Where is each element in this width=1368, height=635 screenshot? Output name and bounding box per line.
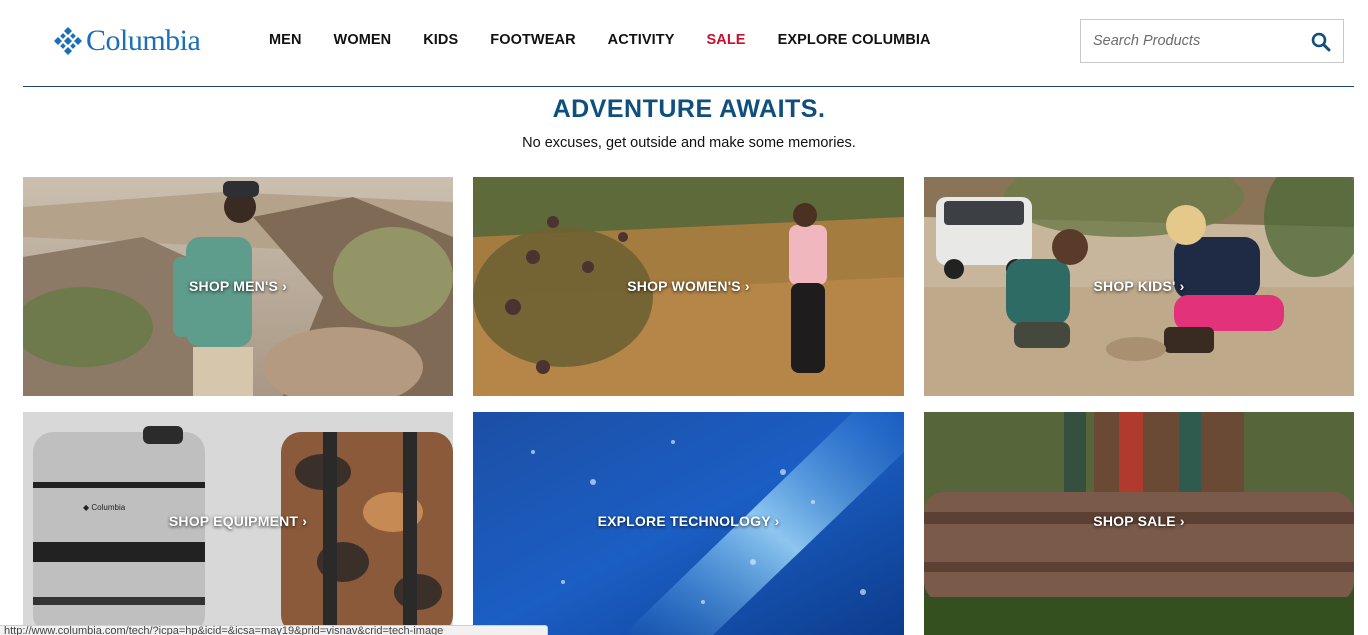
browser-status-bar: http://www.columbia.com/tech/?icpa=hp&ic… [0,625,548,635]
nav-item-activity[interactable]: ACTIVITY [608,32,675,48]
hero-title: ADVENTURE AWAITS. [552,95,826,123]
nav-item-footwear[interactable]: FOOTWEAR [490,32,575,48]
tile-label-equipment: SHOP EQUIPMENT › [168,513,308,529]
header-divider [23,86,1354,87]
tile-label-womens: SHOP WOMEN'S › [627,278,750,294]
tile-shop-mens[interactable]: SHOP MEN'S › [23,177,453,396]
backpack-brand-mark: ◆ Columbia [83,503,126,512]
search-input[interactable] [1081,20,1301,62]
search-icon[interactable] [1311,32,1331,52]
tile-shop-womens[interactable]: SHOP WOMEN'S › [473,177,904,396]
tile-shop-sale[interactable]: SHOP SALE › [924,412,1354,635]
tile-label-sale: SHOP SALE › [1093,513,1185,529]
search-box [1080,19,1344,63]
brand-name: Columbia [86,24,201,57]
nav-item-explore-columbia[interactable]: EXPLORE COLUMBIA [778,32,931,48]
nav-item-men[interactable]: MEN [269,32,302,48]
columbia-diamond-icon [54,27,82,55]
tile-shop-equipment[interactable]: ◆ Columbia SHOP EQUIPMENT › [23,412,453,635]
site-header: Columbia MEN WOMEN KIDS FOOTWEAR ACTIVIT… [0,0,1368,86]
nav-item-sale[interactable]: SALE [707,32,746,48]
columbia-logo[interactable]: Columbia [53,24,201,57]
tile-explore-technology[interactable]: EXPLORE TECHNOLOGY › [473,412,904,635]
main-nav: MEN WOMEN KIDS FOOTWEAR ACTIVITY SALE EX… [269,32,963,48]
status-url: http://www.columbia.com/tech/?icpa=hp&ic… [4,625,444,635]
tile-label-technology: EXPLORE TECHNOLOGY › [597,513,780,529]
nav-item-kids[interactable]: KIDS [423,32,458,48]
tile-label-kids: SHOP KIDS' › [1093,278,1185,294]
nav-item-women[interactable]: WOMEN [334,32,392,48]
hero-subtitle: No excuses, get outside and make some me… [522,135,856,151]
tile-shop-kids[interactable]: SHOP KIDS' › [924,177,1354,396]
tile-label-mens: SHOP MEN'S › [188,278,288,294]
